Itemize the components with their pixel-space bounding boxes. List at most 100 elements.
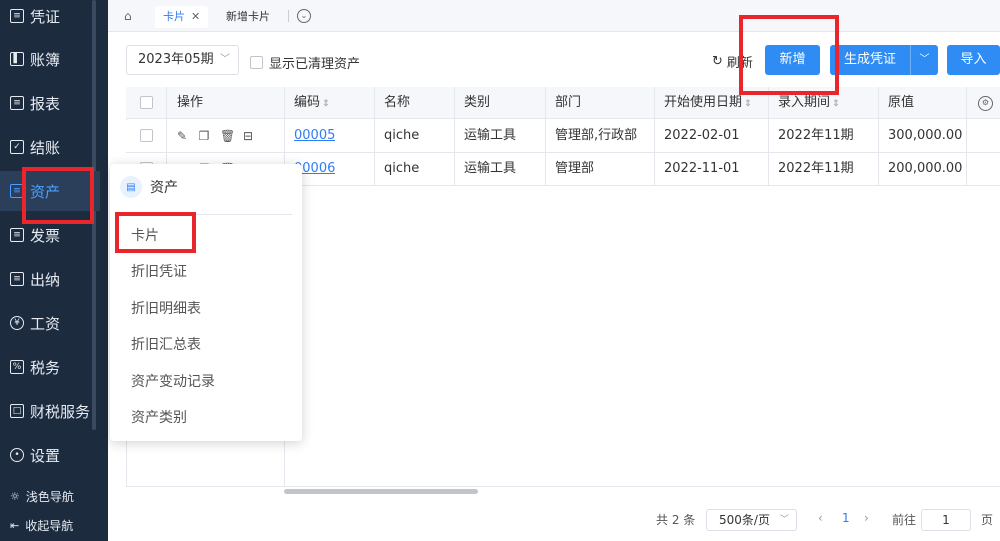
- sort-icon: ⇕: [832, 99, 840, 109]
- header-original: 原值: [888, 95, 915, 110]
- sidebar-item-label: 出纳: [30, 270, 61, 289]
- import-button[interactable]: 导入: [947, 45, 1000, 75]
- prev-page-icon[interactable]: ‹: [818, 511, 823, 525]
- edit-icon[interactable]: ✎: [176, 120, 188, 152]
- submenu-item-depreciation-detail[interactable]: 折旧明细表: [131, 298, 201, 318]
- period-select[interactable]: 2023年05期 ﹀: [126, 45, 239, 75]
- invoice-icon: ≡: [10, 228, 24, 242]
- sidebar-item-label: 结账: [30, 138, 61, 157]
- sidebar-item-tax[interactable]: % 税务: [0, 347, 100, 387]
- page-number[interactable]: 1: [842, 511, 850, 525]
- cell-entry-period: 2022年11期: [778, 161, 854, 176]
- gear-icon: •: [10, 448, 24, 462]
- cell-dept: 管理部: [555, 161, 595, 176]
- header-dept: 部门: [555, 95, 582, 110]
- cell-original: 200,000.00: [888, 161, 963, 176]
- show-cleared-checkbox[interactable]: 显示已清理资产: [250, 53, 360, 72]
- highlight-asset-menu: [22, 167, 94, 224]
- chevron-down-icon[interactable]: ⌄: [297, 9, 311, 23]
- checkout-icon: ✓: [10, 140, 24, 154]
- sidebar-item-settings[interactable]: • 设置: [0, 435, 100, 475]
- generate-voucher-dropdown[interactable]: ﹀: [910, 45, 938, 75]
- goto-page-input[interactable]: 1: [921, 509, 971, 531]
- sidebar-item-label: 财税服务: [30, 402, 91, 421]
- cashier-icon: ≡: [10, 272, 24, 286]
- page-size-select[interactable]: 500条/页 ﹀: [706, 509, 797, 531]
- light-nav-toggle[interactable]: ☼ 浅色导航: [10, 488, 74, 505]
- sidebar-item-label: 工资: [30, 314, 61, 333]
- header-category: 类别: [464, 95, 491, 110]
- sidebar: ≡ 凭证 ▌ 账簿 ≡ 报表 ✓ 结账 ≡ 资产 ≡ 发票 ≡ 出纳 ¥ 工资 …: [0, 0, 108, 541]
- cell-name: qiche: [384, 128, 420, 143]
- sidebar-item-label: 凭证: [30, 7, 61, 26]
- submenu-item-asset-change-log[interactable]: 资产变动记录: [131, 371, 215, 391]
- copy-icon[interactable]: ❐: [198, 120, 210, 152]
- header-name: 名称: [384, 95, 411, 110]
- header-code[interactable]: 编码 ⇕: [284, 87, 330, 119]
- submenu-item-depreciation-summary[interactable]: 折旧汇总表: [131, 334, 201, 354]
- voucher-icon: ≡: [10, 9, 24, 23]
- sidebar-item-label: 账簿: [30, 50, 61, 69]
- chevron-down-icon: ﹀: [220, 54, 230, 65]
- total-count: 共 2 条: [656, 513, 696, 527]
- cell-category: 运输工具: [464, 128, 517, 143]
- horizontal-scrollbar[interactable]: [284, 489, 478, 494]
- service-icon: □: [10, 404, 24, 418]
- tab-card[interactable]: 卡片 ✕: [155, 6, 209, 28]
- sidebar-item-label: 税务: [30, 358, 61, 377]
- cell-original: 300,000.00: [888, 128, 963, 143]
- sidebar-item-salary[interactable]: ¥ 工资: [0, 303, 100, 343]
- asset-code-link: 00005: [294, 128, 336, 143]
- chevron-down-icon: ﹀: [779, 515, 789, 525]
- sidebar-item-report[interactable]: ≡ 报表: [0, 83, 100, 123]
- goto-label: 前往: [892, 513, 917, 527]
- table-header: 操作 编码 ⇕ 名称 类别 部门 开始使用日期 ⇕ 录入期间 ⇕ 原值 ⚙: [126, 87, 1000, 119]
- sort-icon: ⇕: [744, 99, 752, 109]
- sun-icon: ☼: [10, 490, 20, 503]
- header-ops: 操作: [177, 95, 204, 110]
- sidebar-item-label: 发票: [30, 226, 61, 245]
- cell-start-date: 2022-11-01: [664, 161, 740, 176]
- salary-icon: ¥: [10, 316, 24, 330]
- header-start-date[interactable]: 开始使用日期 ⇕: [654, 87, 752, 119]
- basket-icon[interactable]: ⊟: [242, 120, 254, 152]
- goto-unit: 页: [981, 513, 994, 527]
- sidebar-item-label: 报表: [30, 94, 61, 113]
- cell-entry-period: 2022年11期: [778, 128, 854, 143]
- tab-new-card[interactable]: 新增卡片: [218, 6, 278, 28]
- tax-icon: %: [10, 360, 24, 374]
- select-all-checkbox[interactable]: [130, 87, 159, 119]
- chevron-down-icon: ﹀: [919, 54, 930, 65]
- delete-icon[interactable]: 🗑: [220, 120, 235, 152]
- highlight-card-item: [115, 212, 196, 253]
- submenu-item-asset-category[interactable]: 资产类别: [131, 407, 187, 427]
- column-settings-icon[interactable]: ⚙: [978, 96, 993, 111]
- sort-icon: ⇕: [322, 99, 330, 109]
- table-row[interactable]: ✎ ❐ 🗑 ⊟ 00005 qiche 运输工具 管理部,行政部 2022-02…: [126, 120, 1000, 153]
- highlight-new-button: [739, 15, 839, 95]
- generate-voucher-button[interactable]: 生成凭证: [830, 45, 910, 75]
- close-icon[interactable]: ✕: [191, 10, 200, 23]
- next-page-icon[interactable]: ›: [864, 511, 869, 525]
- home-icon[interactable]: ⌂: [124, 9, 138, 23]
- tab-bar: ⌂ 卡片 ✕ 新增卡片 ⌄: [108, 0, 1000, 32]
- sidebar-item-checkout[interactable]: ✓ 结账: [0, 127, 100, 167]
- cell-category: 运输工具: [464, 161, 517, 176]
- sidebar-item-label: 设置: [30, 446, 61, 465]
- row-checkbox: [140, 129, 153, 142]
- sidebar-item-ledger[interactable]: ▌ 账簿: [0, 39, 100, 79]
- submenu-item-depreciation-voucher[interactable]: 折旧凭证: [131, 261, 187, 281]
- checkbox[interactable]: [250, 56, 263, 69]
- ledger-icon: ▌: [10, 52, 24, 66]
- collapse-nav-toggle[interactable]: ⇤ 收起导航: [10, 517, 73, 534]
- sidebar-item-service[interactable]: □ 财税服务: [0, 391, 100, 431]
- asset-icon: ▤: [120, 176, 142, 198]
- cell-dept: 管理部,行政部: [555, 128, 638, 143]
- sidebar-item-cashier[interactable]: ≡ 出纳: [0, 259, 100, 299]
- refresh-icon: ↻: [712, 54, 723, 69]
- collapse-icon: ⇤: [10, 519, 20, 532]
- asset-submenu: ▤ 资产 卡片 折旧凭证 折旧明细表 折旧汇总表 资产变动记录 资产类别: [110, 164, 302, 441]
- sidebar-item-voucher[interactable]: ≡ 凭证: [0, 0, 100, 36]
- cell-name: qiche: [384, 161, 420, 176]
- tab-divider: [288, 10, 289, 22]
